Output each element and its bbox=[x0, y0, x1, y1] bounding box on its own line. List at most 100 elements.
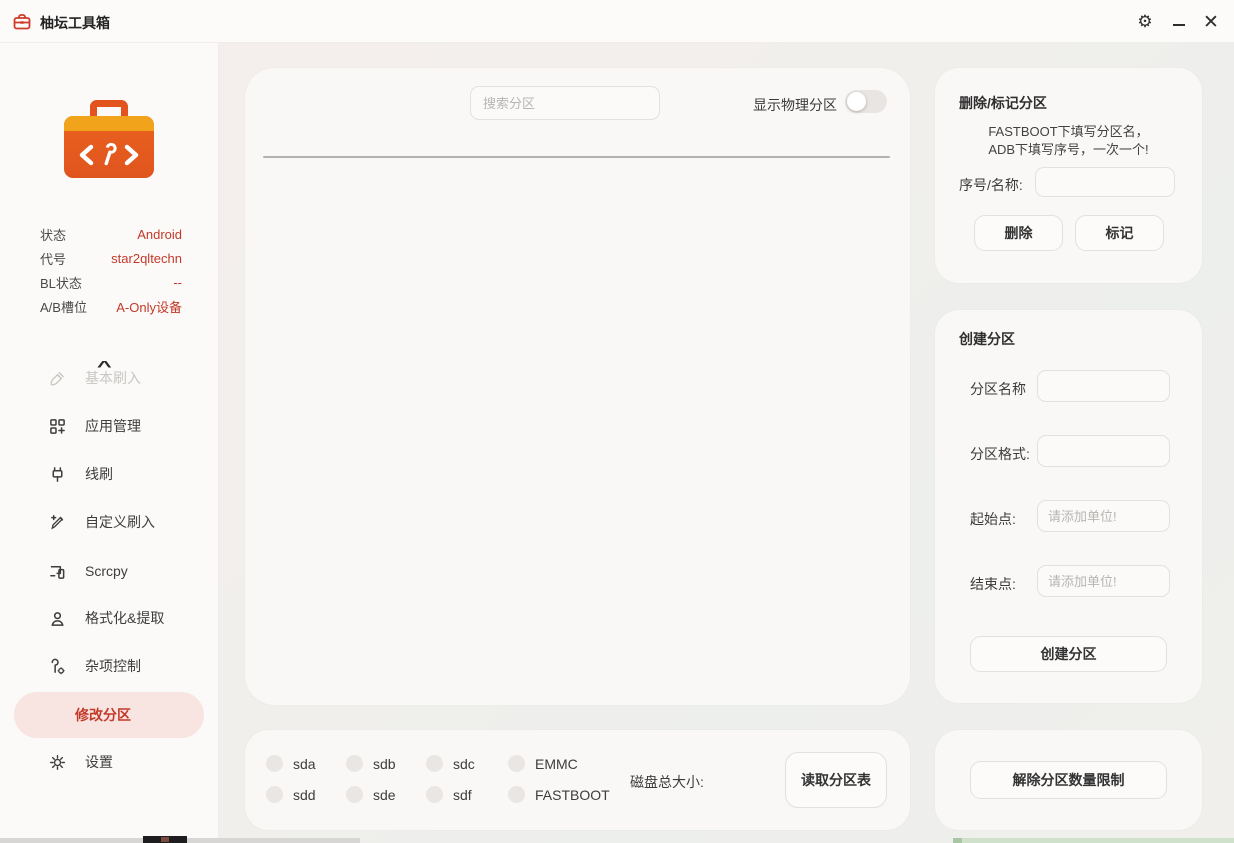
serial-name-input[interactable] bbox=[1035, 167, 1175, 197]
sidebar-item-label: 基本刷入 bbox=[85, 368, 141, 388]
brush-icon bbox=[48, 369, 66, 387]
bottom-edge-green-strip bbox=[953, 838, 1234, 843]
radio-icon bbox=[346, 755, 363, 772]
partition-name-input[interactable] bbox=[1037, 370, 1170, 402]
radio-label: sda bbox=[293, 756, 316, 772]
unlock-partition-limit-button[interactable]: 解除分区数量限制 bbox=[970, 761, 1167, 799]
sidebar-item-scrcpy[interactable]: Scrcpy bbox=[0, 557, 219, 585]
titlebar-settings-button[interactable]: ⚙ bbox=[1131, 8, 1159, 36]
search-input[interactable] bbox=[470, 86, 660, 120]
status-row: BL状态 -- bbox=[40, 270, 182, 294]
minimize-button[interactable] bbox=[1165, 8, 1193, 36]
disk-radio-sda[interactable]: sda bbox=[266, 755, 316, 772]
status-value: star2qltechn bbox=[111, 251, 182, 266]
app-title: 柚坛工具箱 bbox=[40, 13, 110, 33]
sidebar-item-misc-control[interactable]: 杂项控制 bbox=[0, 652, 219, 680]
read-partition-table-button[interactable]: 读取分区表 bbox=[785, 752, 887, 808]
show-physical-toggle[interactable] bbox=[845, 90, 887, 113]
partition-format-input[interactable] bbox=[1037, 435, 1170, 467]
app-grid-icon bbox=[48, 417, 66, 435]
create-partition-button[interactable]: 创建分区 bbox=[970, 636, 1167, 672]
disk-radio-sdb[interactable]: sdb bbox=[346, 755, 396, 772]
sidebar-item-label: 修改分区 bbox=[75, 705, 131, 725]
disk-radio-sdd[interactable]: sdd bbox=[266, 786, 316, 803]
minimize-icon bbox=[1173, 24, 1185, 26]
pencil-plus-icon bbox=[48, 513, 66, 531]
wrench-icon bbox=[98, 140, 119, 169]
panel-hint-line2: ADB下填写序号，一次一个! bbox=[935, 139, 1202, 158]
show-physical-toggle-label: 显示物理分区 bbox=[753, 95, 837, 115]
unlock-limit-panel: 解除分区数量限制 bbox=[935, 730, 1202, 830]
app-window: 柚坛工具箱 ⚙ ✕ 状态Android 代号star2qltechn B bbox=[0, 0, 1234, 843]
sidebar-item-label: 杂项控制 bbox=[85, 656, 141, 676]
code-chevron-left-icon bbox=[78, 144, 95, 166]
code-chevron-right-icon bbox=[123, 144, 140, 166]
radio-label: EMMC bbox=[535, 756, 578, 772]
sidebar-item-label: 自定义刷入 bbox=[85, 512, 155, 532]
list-header-divider bbox=[263, 156, 890, 158]
sidebar-item-format-extract[interactable]: 格式化&提取 bbox=[0, 604, 219, 632]
radio-icon bbox=[346, 786, 363, 803]
sidebar: 状态Android 代号star2qltechn BL状态 -- A/B槽位 A-O… bbox=[0, 43, 219, 843]
disk-total-size-label: 磁盘总大小: bbox=[630, 772, 704, 792]
disk-radio-sdf[interactable]: sdf bbox=[426, 786, 472, 803]
partition-format-label: 分区格式: bbox=[970, 444, 1030, 464]
disk-select-panel: sda sdb sdc EMMC sdd sde sdf FASTBOOT 磁盘… bbox=[245, 730, 910, 830]
create-partition-panel: 创建分区 分区名称 分区格式: 起始点: 结束点: 创建分区 bbox=[935, 310, 1202, 703]
radio-icon bbox=[426, 755, 443, 772]
gear-icon bbox=[48, 753, 66, 771]
radio-icon bbox=[266, 786, 283, 803]
toggle-knob bbox=[847, 92, 866, 111]
sidebar-item-label: 线刷 bbox=[85, 464, 113, 484]
close-icon: ✕ bbox=[1203, 11, 1219, 34]
start-point-input[interactable] bbox=[1037, 500, 1170, 532]
status-row: A/B槽位 A-Only设备 bbox=[40, 294, 182, 318]
toolbox-logo-icon bbox=[13, 13, 31, 31]
disk-radio-sde[interactable]: sde bbox=[346, 786, 396, 803]
sidebar-item-label: Scrcpy bbox=[85, 563, 128, 579]
mark-button[interactable]: 标记 bbox=[1075, 215, 1164, 251]
user-icon bbox=[48, 609, 66, 627]
disk-radio-emmc[interactable]: EMMC bbox=[508, 755, 578, 772]
status-value: -- bbox=[173, 275, 182, 290]
radio-label: sdd bbox=[293, 787, 316, 803]
panel-title: 创建分区 bbox=[959, 329, 1015, 349]
status-label: A/B槽位 bbox=[40, 297, 87, 316]
sidebar-item-label: 设置 bbox=[85, 752, 113, 772]
sidebar-item-label: 应用管理 bbox=[85, 416, 141, 436]
sidebar-item-label: 格式化&提取 bbox=[85, 608, 164, 628]
disk-radio-fastboot[interactable]: FASTBOOT bbox=[508, 786, 610, 803]
delete-mark-panel: 删除/标记分区 FASTBOOT下填写分区名， ADB下填写序号，一次一个! 序… bbox=[935, 68, 1202, 283]
end-point-label: 结束点: bbox=[970, 574, 1016, 594]
panel-hint-line1: FASTBOOT下填写分区名， bbox=[935, 121, 1202, 140]
radio-label: sdb bbox=[373, 756, 396, 772]
gear-icon: ⚙ bbox=[1137, 12, 1152, 32]
radio-icon bbox=[508, 755, 525, 772]
bottom-edge-image-fragment bbox=[143, 836, 187, 843]
status-row: 状态Android bbox=[40, 222, 182, 246]
serial-name-label: 序号/名称: bbox=[959, 175, 1023, 195]
sidebar-item-modify-partition[interactable]: 修改分区 bbox=[14, 692, 204, 738]
status-value: Android bbox=[137, 227, 182, 242]
delete-button[interactable]: 删除 bbox=[974, 215, 1063, 251]
status-row: 代号star2qltechn bbox=[40, 246, 182, 270]
radio-icon bbox=[426, 786, 443, 803]
screen-mirror-icon bbox=[48, 562, 66, 580]
sidebar-item-settings[interactable]: 设置 bbox=[0, 748, 219, 776]
radio-label: sdc bbox=[453, 756, 475, 772]
radio-icon bbox=[266, 755, 283, 772]
sidebar-item-app-management[interactable]: 应用管理 bbox=[0, 412, 219, 440]
sidebar-item-custom-flash[interactable]: 自定义刷入 bbox=[0, 508, 219, 536]
status-value: A-Only设备 bbox=[116, 297, 182, 316]
collapse-caret-icon[interactable]: ^ bbox=[97, 358, 112, 375]
disk-radio-sdc[interactable]: sdc bbox=[426, 755, 475, 772]
app-logo bbox=[64, 100, 154, 182]
close-button[interactable]: ✕ bbox=[1197, 8, 1225, 36]
radio-label: sdf bbox=[453, 787, 472, 803]
status-label: BL状态 bbox=[40, 273, 82, 292]
end-point-input[interactable] bbox=[1037, 565, 1170, 597]
radio-label: FASTBOOT bbox=[535, 787, 610, 803]
partition-name-label: 分区名称 bbox=[970, 379, 1026, 399]
sidebar-item-basic-flash[interactable]: 基本刷入 ^ bbox=[0, 364, 219, 392]
sidebar-item-wire-flash[interactable]: 线刷 bbox=[0, 460, 219, 488]
